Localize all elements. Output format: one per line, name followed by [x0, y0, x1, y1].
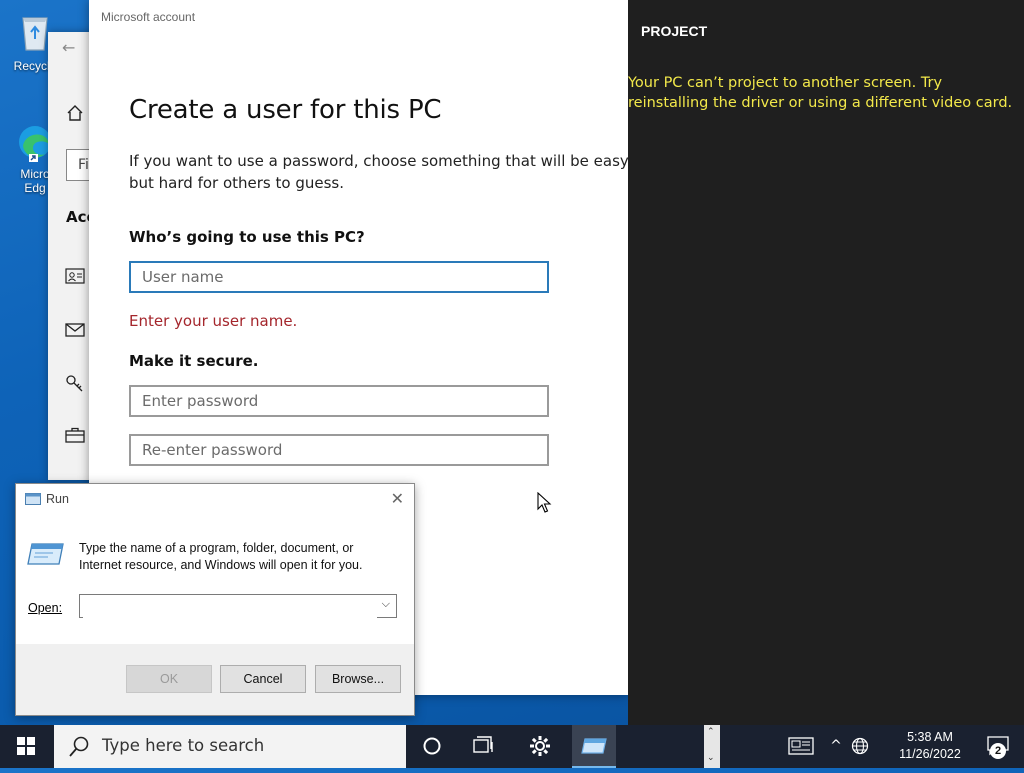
news-icon: [788, 737, 814, 755]
secure-label: Make it secure.: [129, 352, 259, 370]
clock-date: 11/26/2022: [899, 747, 961, 761]
windows-logo-icon: [17, 737, 35, 755]
globe-icon: [851, 737, 869, 755]
taskbar: Type here to search ⌃ ⌄ ^ 5:38 AM 11/26/…: [0, 725, 1024, 768]
news-button[interactable]: [779, 725, 823, 768]
run-description: Type the name of a program, folder, docu…: [79, 541, 363, 572]
username-input[interactable]: [131, 263, 547, 291]
mail-icon[interactable]: [64, 321, 86, 343]
key-icon[interactable]: [64, 374, 86, 396]
taskbar-search-box[interactable]: Type here to search: [54, 725, 406, 768]
gear-icon: [530, 736, 550, 756]
intro-line-1: If you want to use a password, choose so…: [129, 152, 628, 170]
clock-time: 5:38 AM: [907, 730, 953, 744]
close-icon[interactable]: ✕: [391, 489, 404, 509]
notification-center-button[interactable]: 2: [976, 725, 1020, 768]
run-dialog: Run ✕ Type the name of a program, folder…: [15, 483, 415, 716]
page-title: Create a user for this PC: [129, 95, 442, 125]
show-hidden-icons-chevron-icon[interactable]: ^: [826, 725, 846, 768]
reenter-password-field[interactable]: [129, 434, 549, 466]
run-title: Run: [46, 492, 69, 506]
who-label: Who’s going to use this PC?: [129, 228, 365, 246]
user-info-icon[interactable]: [64, 268, 86, 290]
search-placeholder: Type here to search: [102, 736, 265, 755]
briefcase-icon[interactable]: [64, 427, 86, 449]
network-button[interactable]: [848, 725, 872, 768]
username-error-text: Enter your user name.: [129, 312, 298, 330]
run-taskbar-button[interactable]: [572, 725, 616, 768]
taskbar-clock[interactable]: 5:38 AM 11/26/2022: [884, 729, 976, 763]
intro-line-2: but hard for others to guess.: [129, 174, 344, 192]
project-message: Your PC can’t project to another screen.…: [628, 75, 1013, 111]
browse-button[interactable]: Browse...: [315, 665, 401, 693]
cortana-button[interactable]: [410, 725, 454, 768]
cancel-button[interactable]: Cancel: [220, 665, 306, 693]
username-field[interactable]: [129, 261, 549, 293]
reenter-password-input[interactable]: [131, 436, 547, 464]
start-button[interactable]: [4, 725, 48, 768]
chevron-down-icon[interactable]: ⌄: [707, 753, 715, 763]
intro-text: If you want to use a password, choose so…: [129, 150, 628, 194]
open-input[interactable]: [83, 596, 377, 618]
notification-count-badge: 2: [990, 743, 1006, 759]
task-view-icon: [473, 736, 493, 753]
password-input[interactable]: [131, 387, 547, 415]
run-program-icon: [27, 543, 64, 565]
taskbar-scroll-control[interactable]: ⌃ ⌄: [704, 725, 720, 768]
open-combobox[interactable]: ⌵: [79, 594, 397, 618]
search-icon: [69, 736, 89, 757]
open-label: Open:: [28, 601, 62, 615]
open-label-text: Open:: [28, 601, 63, 615]
project-panel: PROJECT Your PC can’t project to another…: [628, 0, 1024, 725]
run-title-icon: [25, 493, 41, 505]
task-view-button[interactable]: [462, 725, 506, 768]
mouse-cursor-icon: [537, 492, 552, 513]
cortana-icon: [423, 737, 441, 755]
project-title: PROJECT: [641, 23, 708, 39]
ok-button[interactable]: OK: [126, 665, 212, 693]
chevron-up-icon[interactable]: ⌃: [707, 727, 715, 737]
back-arrow-icon[interactable]: ←: [62, 38, 75, 57]
settings-taskbar-button[interactable]: [518, 725, 562, 768]
dialog-window-title: Microsoft account: [101, 10, 196, 24]
run-app-icon: [581, 738, 607, 754]
password-field[interactable]: [129, 385, 549, 417]
chevron-down-icon[interactable]: ⌵: [382, 598, 390, 611]
home-icon[interactable]: [64, 104, 86, 126]
